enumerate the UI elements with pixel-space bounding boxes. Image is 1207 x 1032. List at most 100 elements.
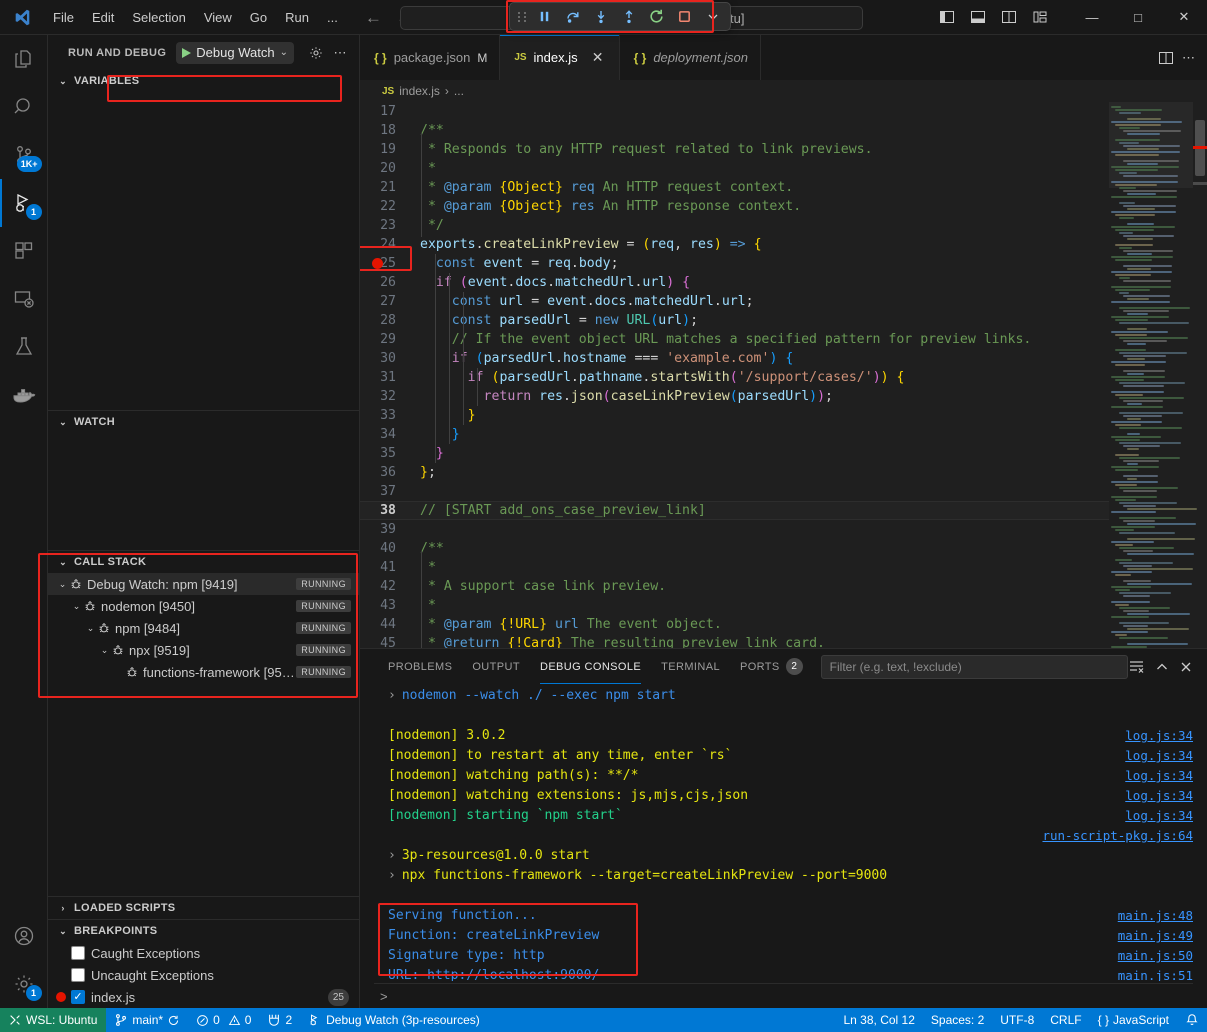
clear-console-icon[interactable] [1128,659,1145,675]
code-line[interactable]: 26 if (event.docs.matchedUrl.url) { [360,273,1109,292]
status-indentation[interactable]: Spaces: 2 [923,1008,992,1032]
code-line[interactable]: 45 * @return {!Card} The resulting previ… [360,634,1109,648]
collapse-panel-icon[interactable] [1155,660,1169,674]
code-line[interactable]: 37 [360,482,1109,501]
go-back-icon[interactable]: ← [365,9,382,26]
code-line[interactable]: 36}; [360,463,1109,482]
console-source-link[interactable]: run-script-pkg.js:64 [1042,826,1193,846]
code-line[interactable]: 31 if (parsedUrl.pathname.startsWith('/s… [360,368,1109,387]
layout-controls[interactable] [934,4,1053,30]
code-line[interactable]: 18/** [360,121,1109,140]
editor-tab-close-icon[interactable]: ✕ [589,49,607,67]
code-line[interactable]: 20 * [360,159,1109,178]
code-lines[interactable]: 1718/**19 * Responds to any HTTP request… [360,102,1109,648]
code-line[interactable]: 38// [START add_ons_case_preview_link] [360,501,1109,520]
code-line[interactable]: 17 [360,102,1109,121]
drag-handle-icon[interactable] [514,10,530,24]
variables-pane-header[interactable]: ⌄ VARIABLES [48,70,359,92]
debug-toolbar[interactable] [509,2,731,31]
pause-button[interactable] [531,5,558,29]
editor-scrollbar[interactable] [1193,102,1207,648]
console-source-link[interactable]: log.js:34 [1125,786,1193,806]
panel-tab-terminal[interactable]: TERMINAL [651,649,730,684]
status-cursor-position[interactable]: Ln 38, Col 12 [836,1008,923,1032]
launch-config-selector[interactable]: Debug Watch ⌄ [176,42,294,64]
restart-button[interactable] [643,5,670,29]
menu-more[interactable]: ... [318,7,347,28]
toggle-primary-sidebar-icon[interactable] [934,4,960,30]
menu-go[interactable]: Go [241,7,276,28]
menu-edit[interactable]: Edit [83,7,123,28]
code-line[interactable]: 23 */ [360,216,1109,235]
code-line[interactable]: 34 } [360,425,1109,444]
editor-tab-index-js[interactable]: JSindex.js✕ [500,35,619,80]
code-line[interactable]: 21 * @param {Object} req An HTTP request… [360,178,1109,197]
call-stack-row[interactable]: ⌄Debug Watch: npm [9419]RUNNING [48,573,359,595]
code-line[interactable]: 30 if (parsedUrl.hostname === 'example.c… [360,349,1109,368]
watch-pane-header[interactable]: ⌄ WATCH [48,411,359,433]
activity-explorer[interactable] [0,35,48,83]
console-source-link[interactable]: log.js:34 [1125,746,1193,766]
debug-more-actions-button[interactable] [699,5,726,29]
status-debug-session[interactable]: Debug Watch (3p-resources) [300,1008,488,1032]
code-line[interactable]: 43 * [360,596,1109,615]
breakpoint-row[interactable]: Caught Exceptions [48,942,359,964]
menu-selection[interactable]: Selection [123,7,194,28]
breakpoint-checkbox[interactable] [71,990,85,1004]
editor-more-actions-icon[interactable]: ⋯ [1182,50,1195,66]
breakpoint-checkbox[interactable] [71,968,85,982]
code-line[interactable]: 22 * @param {Object} res An HTTP respons… [360,197,1109,216]
split-editor-icon[interactable] [1158,50,1174,66]
close-button[interactable]: ✕ [1161,0,1207,35]
console-source-link[interactable]: main.js:48 [1118,906,1193,926]
console-source-link[interactable]: main.js:49 [1118,926,1193,946]
chevron-down-icon[interactable]: ⌄ [280,47,288,58]
code-line[interactable]: 24exports.createLinkPreview = (req, res)… [360,235,1109,254]
status-notifications[interactable] [1177,1008,1207,1032]
console-source-link[interactable]: main.js:50 [1118,946,1193,966]
code-line[interactable]: 27 const url = event.docs.matchedUrl.url… [360,292,1109,311]
code-line[interactable]: 25 const event = req.body; [360,254,1109,273]
console-source-link[interactable]: log.js:34 [1125,766,1193,786]
console-source-link[interactable]: main.js:51 [1118,966,1193,981]
start-debugging-icon[interactable] [182,48,191,58]
maximize-button[interactable]: □ [1115,0,1161,35]
code-line[interactable]: 29 // If the event object URL matches a … [360,330,1109,349]
code-line[interactable]: 42 * A support case link preview. [360,577,1109,596]
code-line[interactable]: 35 } [360,444,1109,463]
editor-tab-package-json[interactable]: { }package.jsonM [360,35,500,80]
activity-testing[interactable] [0,323,48,371]
open-launch-json-gear-icon[interactable] [305,42,327,64]
call-stack-row[interactable]: ⌄nodemon [9450]RUNNING [48,595,359,617]
loaded-scripts-pane-header[interactable]: › LOADED SCRIPTS [48,897,359,919]
panel-tab-problems[interactable]: PROBLEMS [378,649,462,684]
menu-view[interactable]: View [195,7,241,28]
panel-tab-output[interactable]: OUTPUT [462,649,530,684]
activity-extensions[interactable] [0,227,48,275]
panel-tab-debug-console[interactable]: DEBUG CONSOLE [530,649,651,684]
chevron-down-icon[interactable]: ⌄ [84,623,97,634]
stop-button[interactable] [671,5,698,29]
menu-bar[interactable]: File Edit Selection View Go Run ... [44,7,347,28]
console-source-link[interactable]: log.js:34 [1125,726,1193,746]
status-language-mode[interactable]: { } JavaScript [1090,1008,1177,1032]
sidebar-more-actions-icon[interactable]: ⋯ [329,42,351,64]
code-scroll-area[interactable]: 1718/**19 * Responds to any HTTP request… [360,102,1109,648]
toggle-panel-icon[interactable] [965,4,991,30]
toggle-secondary-sidebar-icon[interactable] [996,4,1022,30]
step-over-button[interactable] [559,5,586,29]
customize-layout-icon[interactable] [1027,4,1053,30]
code-line[interactable]: 33 } [360,406,1109,425]
breadcrumb-symbol[interactable]: ... [454,84,464,98]
console-source-link[interactable]: log.js:34 [1125,806,1193,826]
step-into-button[interactable] [587,5,614,29]
activity-search[interactable] [0,83,48,131]
activity-manage-settings[interactable]: 1 [0,960,48,1008]
breakpoint-row[interactable]: Uncaught Exceptions [48,964,359,986]
status-remote-host[interactable]: WSL: Ubuntu [0,1008,106,1032]
status-problems[interactable]: 0 0 [188,1008,259,1032]
minimap[interactable] [1109,102,1207,648]
code-line[interactable]: 40/** [360,539,1109,558]
breakpoints-pane-header[interactable]: ⌄ BREAKPOINTS [48,920,359,942]
activity-run-and-debug[interactable]: 1 [0,179,48,227]
